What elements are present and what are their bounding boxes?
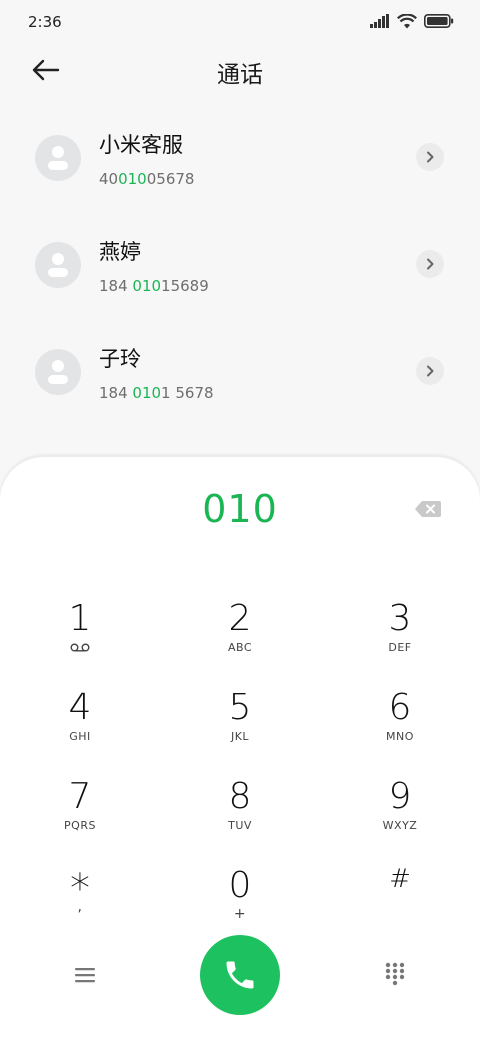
key-letters: JKL: [230, 730, 250, 743]
contact-name: 小米客服: [99, 133, 183, 157]
key-digit: #: [389, 864, 411, 894]
key-7[interactable]: 7 PQRS: [25, 775, 135, 855]
chevron-right-icon: [427, 365, 434, 377]
person-icon: [48, 253, 68, 277]
number-prefix: 184: [99, 384, 133, 402]
menu-button[interactable]: [70, 963, 100, 987]
call-button[interactable]: [200, 935, 280, 1015]
key-letters: ,: [77, 899, 83, 915]
key-letters: ABC: [227, 641, 253, 654]
contact-detail-button[interactable]: [416, 250, 444, 278]
key-digit: 9: [388, 776, 412, 817]
key-hash[interactable]: #: [345, 857, 455, 937]
key-0[interactable]: 0 +: [185, 864, 295, 944]
avatar: [35, 135, 81, 181]
number-suffix: 1 5678: [161, 384, 214, 402]
status-icons: [370, 12, 454, 30]
avatar: [35, 349, 81, 395]
contact-name: 子玲: [99, 347, 141, 371]
key-5[interactable]: 5 JKL: [185, 686, 295, 766]
number-prefix: 184: [99, 277, 133, 295]
key-digit: 4: [68, 687, 92, 728]
key-digit: 8: [228, 776, 252, 817]
contact-number: 4001005678: [99, 170, 194, 188]
contact-number: 184 01015689: [99, 277, 209, 295]
key-letters: DEF: [388, 641, 412, 654]
key-letters: PQRS: [64, 819, 96, 832]
contact-row[interactable]: 燕婷 184 01015689: [0, 211, 480, 318]
key-letters: WXYZ: [382, 819, 418, 832]
key-digit: 7: [68, 776, 92, 817]
number-match: 010: [132, 384, 162, 402]
person-icon: [48, 360, 68, 384]
dialer-bottom-bar: [0, 935, 480, 1015]
dial-sheet: 010 1 2 ABC 3 DEF 4 GHI 5 JKL 6 MNO 7 PQ…: [0, 456, 480, 1040]
contact-row[interactable]: 子玲 184 0101 5678: [0, 318, 480, 425]
battery-icon: [424, 14, 454, 28]
key-8[interactable]: 8 TUV: [185, 775, 295, 855]
avatar: [35, 242, 81, 288]
contact-number: 184 0101 5678: [99, 384, 214, 402]
key-star[interactable]: * ,: [25, 864, 135, 944]
key-letters: GHI: [69, 730, 91, 743]
key-digit: 3: [388, 598, 412, 639]
number-prefix: 40: [99, 170, 119, 188]
key-2[interactable]: 2 ABC: [185, 597, 295, 677]
key-3[interactable]: 3 DEF: [345, 597, 455, 677]
number-suffix: 15689: [161, 277, 209, 295]
chevron-right-icon: [427, 258, 434, 270]
wifi-icon: [397, 13, 417, 28]
contact-row[interactable]: 小米客服 4001005678: [0, 104, 480, 211]
phone-icon: [226, 961, 254, 989]
number-suffix: 05678: [146, 170, 195, 188]
key-4[interactable]: 4 GHI: [25, 686, 135, 766]
person-icon: [48, 146, 68, 170]
contact-name: 燕婷: [99, 240, 141, 264]
dialpad-icon: [385, 962, 405, 986]
dial-input[interactable]: 010: [0, 487, 480, 531]
key-9[interactable]: 9 WXYZ: [345, 775, 455, 855]
key-6[interactable]: 6 MNO: [345, 686, 455, 766]
number-match: 010: [132, 277, 162, 295]
menu-icon: [75, 968, 95, 983]
number-match: 010: [118, 170, 147, 188]
key-digit: 2: [228, 598, 252, 639]
backspace-icon: [415, 501, 441, 517]
status-time: 2:36: [28, 13, 62, 31]
key-digit: 6: [388, 687, 412, 728]
chevron-right-icon: [427, 151, 434, 163]
keypad-toggle-button[interactable]: [381, 960, 409, 988]
key-digit: 1: [68, 598, 92, 639]
page-title: 通话: [217, 62, 263, 88]
contact-detail-button[interactable]: [416, 357, 444, 385]
signal-icon: [370, 14, 389, 28]
key-digit: 5: [228, 687, 252, 728]
contact-detail-button[interactable]: [416, 143, 444, 171]
key-letters: MNO: [386, 730, 414, 743]
header: 通话: [0, 44, 480, 96]
backspace-button[interactable]: [414, 499, 442, 519]
voicemail-icon: [70, 643, 90, 652]
status-bar: 2:36: [0, 0, 480, 44]
key-digit: 0: [228, 865, 252, 906]
key-letters: TUV: [228, 819, 252, 832]
key-letters: +: [233, 906, 247, 922]
key-1[interactable]: 1: [25, 597, 135, 677]
